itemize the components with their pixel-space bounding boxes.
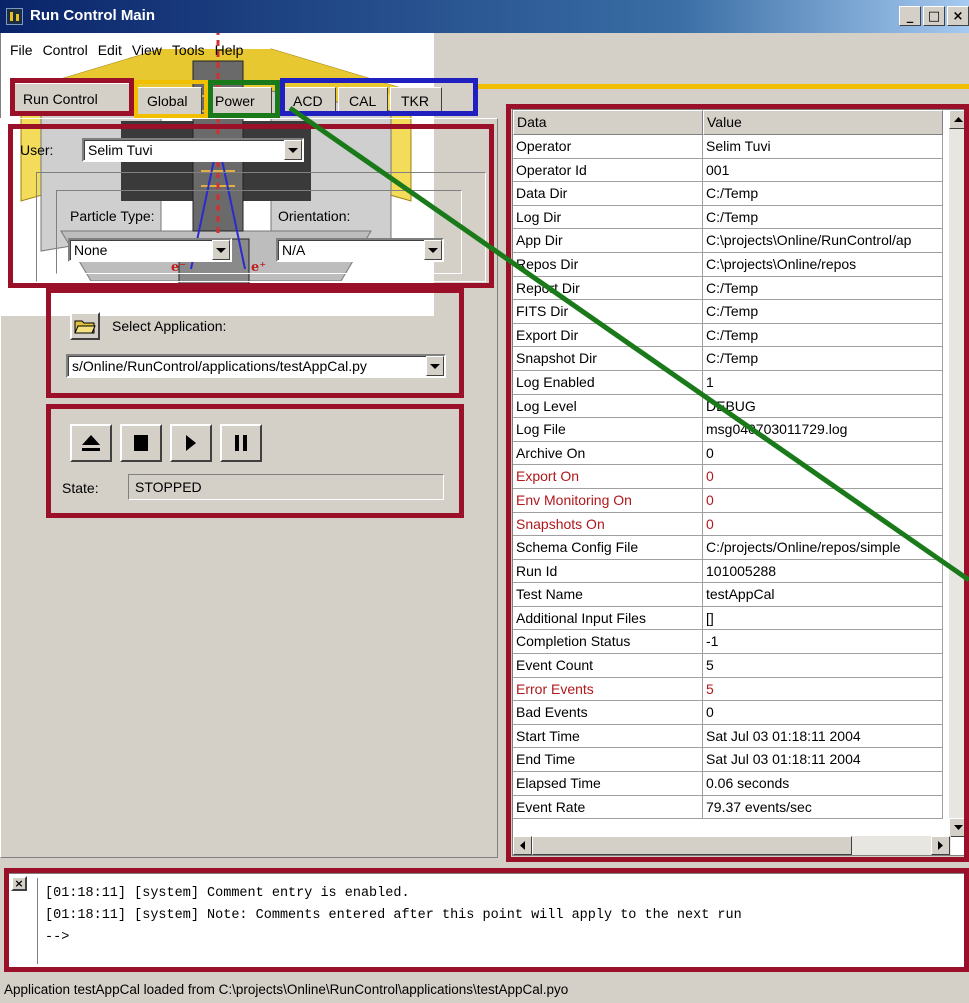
annotation-green-leader <box>288 105 969 583</box>
